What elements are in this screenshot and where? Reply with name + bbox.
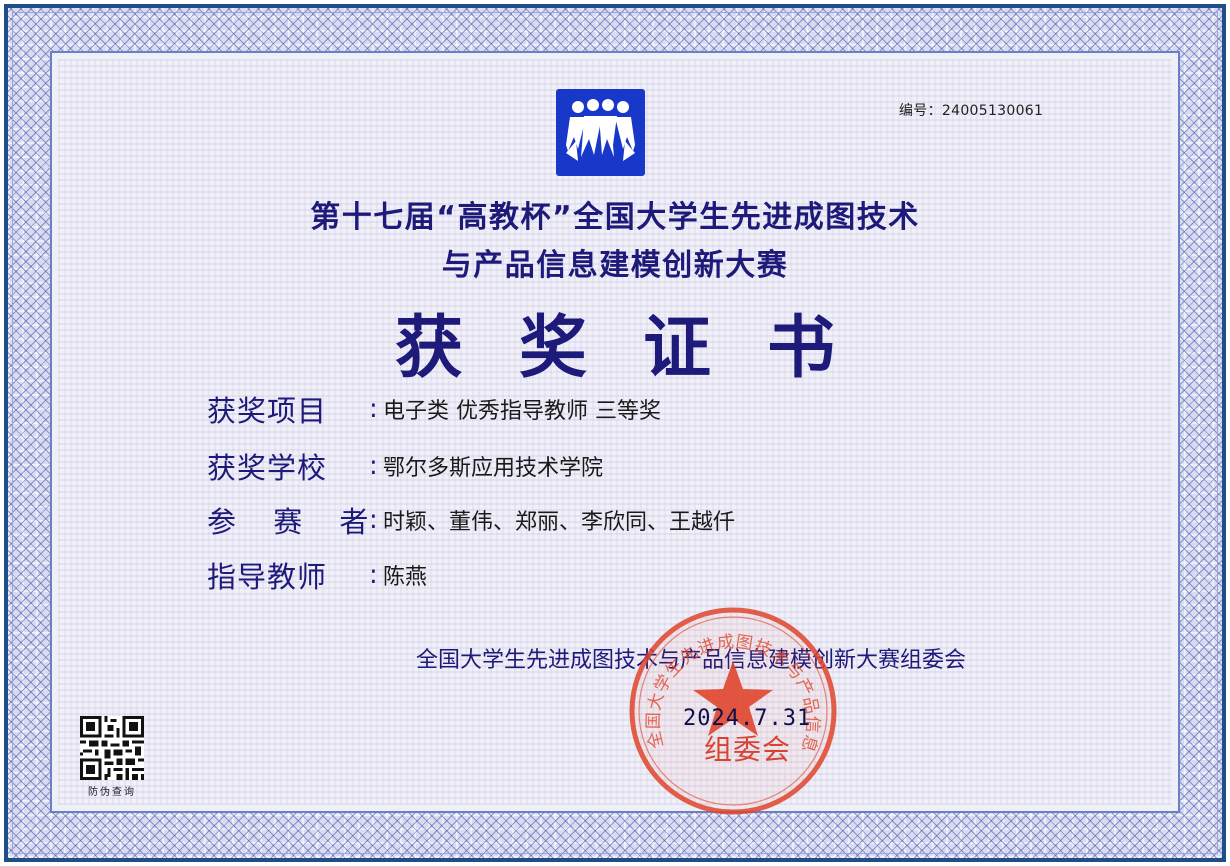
seal-organization-name: 组委会 [704, 733, 792, 766]
verification-qr-code[interactable] [80, 716, 144, 780]
field-label: 参 赛 者 [207, 505, 383, 539]
field-value: 时颖、董伟、郑丽、李欣同、王越仟 [383, 510, 736, 535]
certificate-number-value: 24005130061 [941, 103, 1044, 119]
competition-title-line2: 与产品信息建模创新大赛 [441, 248, 789, 283]
competition-title-line1: 第十七届“高教杯”全国大学生先进成图技术 [310, 200, 920, 235]
field-colon: : [369, 505, 378, 535]
certificate-main-title: 获奖证书 [394, 309, 891, 388]
qr-anti-counterfeit-label: 防伪查询 [88, 787, 136, 798]
field-colon: : [369, 394, 378, 424]
field-label: 获奖学校 [207, 451, 328, 485]
certificate-page: 编号：24005130061 第十七届“高教杯”全国大学生先进成图技术 与产品信… [0, 0, 1230, 866]
field-award-school: 获奖学校 : 鄂尔多斯应用技术学院 [207, 446, 603, 486]
field-colon: : [369, 560, 378, 590]
certificate-number: 编号：24005130061 [899, 100, 1043, 120]
field-participants: 参 赛 者 : 时颖、董伟、郑丽、李欣同、王越仟 [207, 500, 735, 540]
field-value: 电子类 优秀指导教师 三等奖 [383, 399, 661, 424]
competition-logo-icon [556, 89, 645, 176]
field-value: 陈燕 [383, 565, 428, 590]
certificate-number-label: 编号： [899, 103, 942, 119]
field-label: 指导教师 [207, 560, 328, 594]
field-colon: : [369, 451, 378, 481]
field-value: 鄂尔多斯应用技术学院 [383, 456, 604, 481]
field-instructor: 指导教师 : 陈燕 [207, 555, 427, 595]
field-label: 获奖项目 [207, 394, 328, 428]
field-award-item: 获奖项目 : 电子类 优秀指导教师 三等奖 [207, 389, 661, 429]
